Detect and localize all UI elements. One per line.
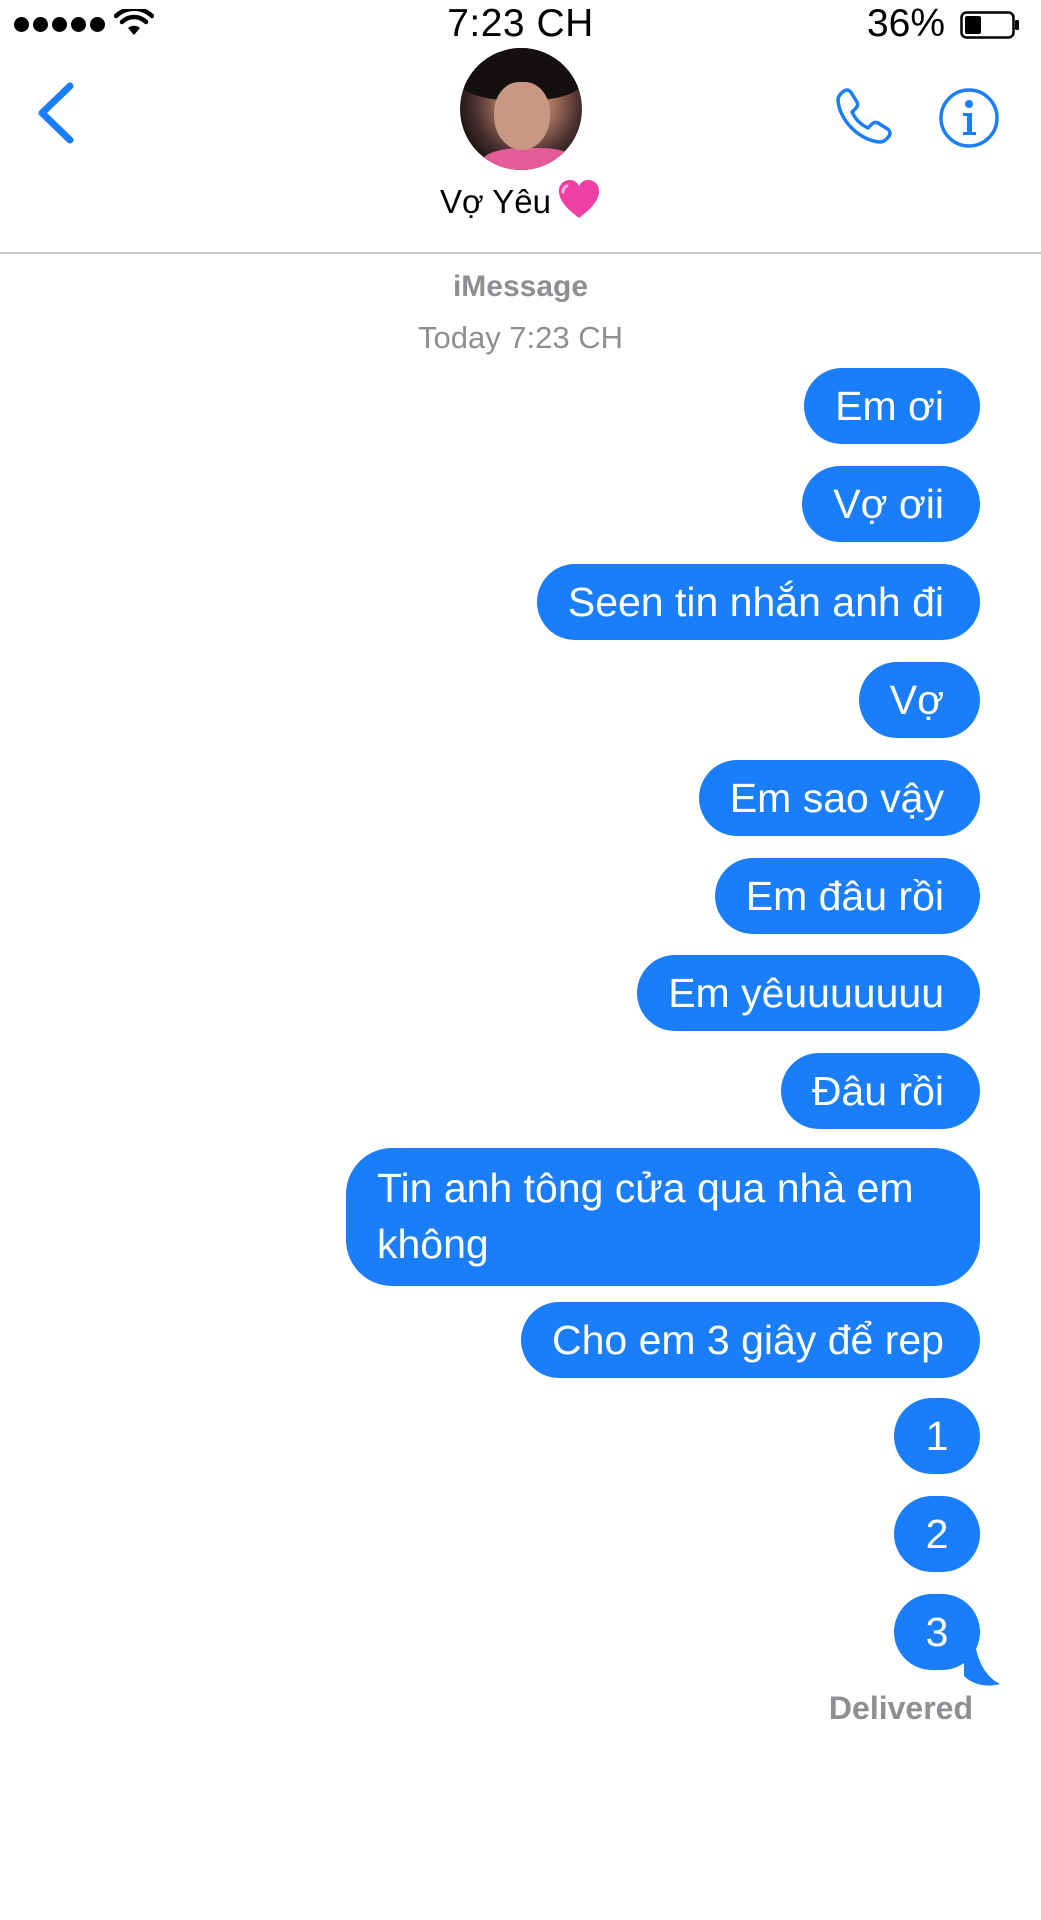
status-bar: 7:23 CH 36% (0, 0, 1041, 50)
thread-timestamp: Today 7:23 CH (417, 320, 624, 355)
contact-name-label: Vợ Yêu (440, 183, 551, 220)
messages-screen: 7:23 CH 36% Vợ Yêu iMessage Today 7:23 C… (0, 0, 1041, 1920)
contact-avatar[interactable] (460, 48, 582, 170)
info-icon[interactable] (938, 87, 1000, 149)
message-bubble[interactable]: Em đâu rồi (714, 858, 980, 934)
service-label: iMessage (452, 270, 589, 303)
message-bubble[interactable]: Em sao vậy (698, 760, 980, 836)
message-bubble[interactable]: Em ơi (804, 368, 980, 444)
battery-icon (960, 11, 1019, 39)
bubble-tail (964, 1636, 1000, 1686)
message-bubble[interactable]: Đâu rồi (780, 1053, 980, 1129)
message-bubble[interactable]: 1 (894, 1398, 980, 1474)
message-bubble[interactable]: Seen tin nhắn anh đi (536, 564, 980, 640)
message-bubble[interactable]: Vợ (858, 662, 980, 738)
message-bubble[interactable]: Em yêuuuuuuu (637, 955, 980, 1031)
message-bubble[interactable]: Tin anh tông cửa qua nhà em không (346, 1148, 980, 1286)
message-bubble[interactable]: 2 (894, 1496, 980, 1572)
delivery-status: Delivered (828, 1690, 973, 1726)
message-bubble[interactable]: Cho em 3 giây để rep (520, 1302, 980, 1378)
phone-icon[interactable] (834, 86, 894, 146)
back-chevron-icon[interactable] (36, 82, 76, 144)
header-divider (0, 252, 1041, 254)
message-bubble[interactable]: Vợ ơii (802, 466, 980, 542)
battery-percentage: 36% (866, 2, 945, 45)
contact-name[interactable]: Vợ Yêu (0, 180, 1041, 222)
heart-icon (558, 180, 599, 219)
